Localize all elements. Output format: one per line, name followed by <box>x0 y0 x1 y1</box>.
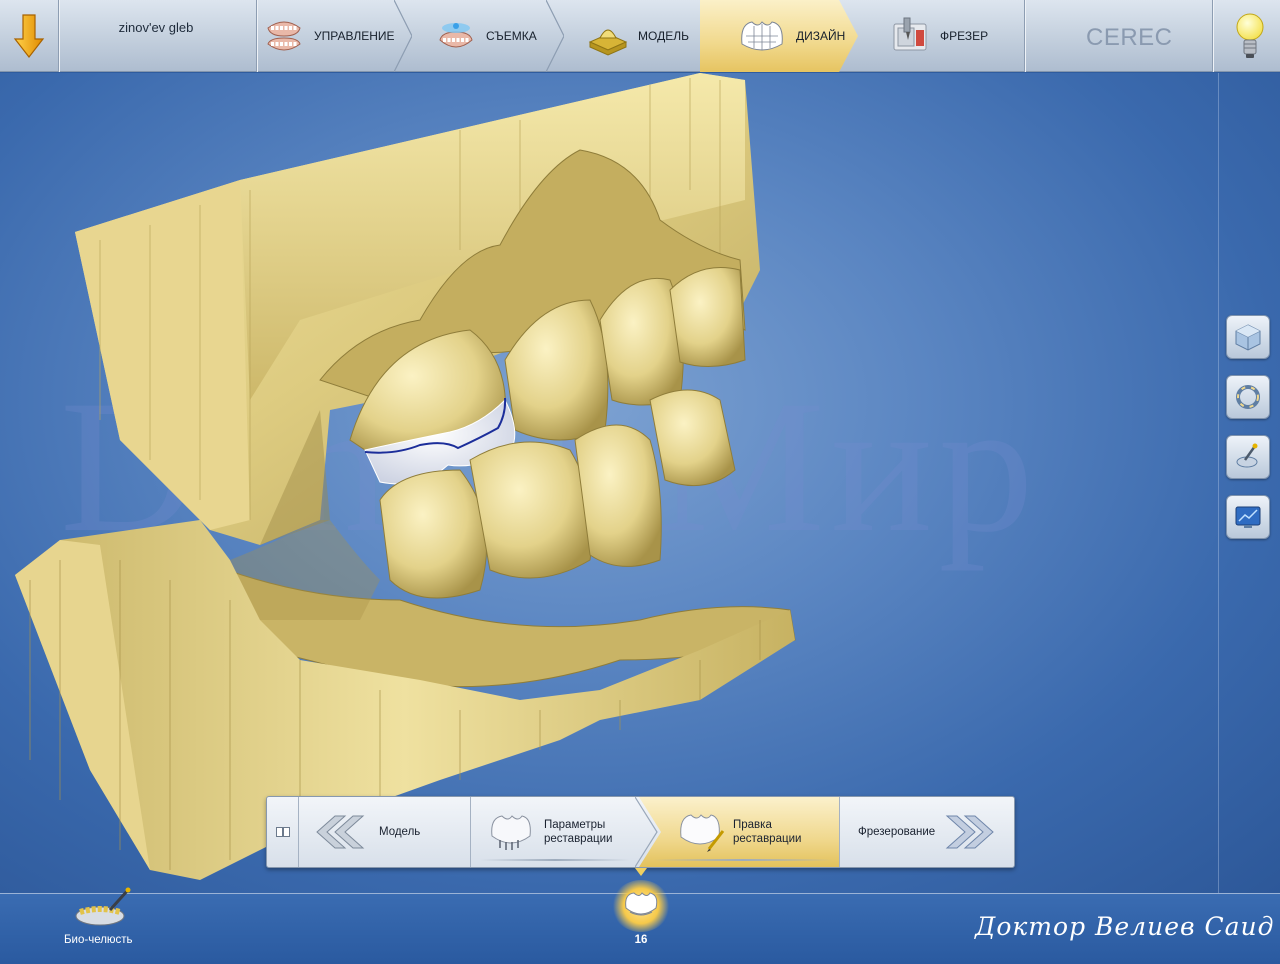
bio-jaw-icon <box>75 887 131 926</box>
workflow-prev-label: Модель <box>379 826 421 838</box>
workflow-step-line2: реставрации <box>544 833 613 845</box>
workflow-prev-model[interactable]: Модель <box>299 797 471 867</box>
patient-name: zinov'ev gleb <box>118 20 194 35</box>
tooth-number: 16 <box>634 934 648 946</box>
workflow-step-line1: Параметры <box>544 819 606 831</box>
screenshot-icon <box>1235 506 1261 528</box>
model-icon <box>588 29 628 56</box>
step-underline <box>480 859 630 861</box>
back-button[interactable] <box>0 0 58 72</box>
crown-design-icon <box>741 21 783 51</box>
tooth-pointer-icon <box>635 868 647 876</box>
double-chevron-left-icon <box>316 815 365 849</box>
down-arrow-icon <box>13 14 45 58</box>
bottom-bar: Био-челюсть 16 Доктор Велиев Саид <box>0 868 1280 964</box>
step-milling[interactable]: ФРЕЗЕР <box>888 0 1024 72</box>
dental-model-3d[interactable] <box>0 73 1280 893</box>
cube-view-icon <box>1235 324 1261 351</box>
scan-jaw-icon <box>439 23 473 48</box>
step-label: ФРЕЗЕР <box>940 29 989 43</box>
lightbulb-icon <box>1236 13 1264 58</box>
workflow-toggle[interactable] <box>267 797 299 867</box>
rotate-view-button[interactable] <box>1226 375 1270 419</box>
crown-edit-icon <box>680 814 725 852</box>
step-label: МОДЕЛЬ <box>638 29 689 43</box>
doctor-signature: Доктор Велиев Саид <box>975 912 1275 941</box>
step-label: СЪЕМКА <box>486 29 537 43</box>
step-management[interactable]: УПРАВЛЕНИЕ <box>262 0 398 72</box>
workflow-step-restoration-params[interactable]: Параметры реставрации <box>472 797 637 867</box>
step-label: ДИЗАЙН <box>796 29 846 43</box>
bio-jaw-button[interactable] <box>70 886 134 930</box>
rotate-ring-icon <box>1236 385 1260 409</box>
right-panel-edge <box>1218 73 1280 893</box>
tool-wand-icon <box>1236 443 1258 468</box>
tooth-selector[interactable] <box>612 880 670 932</box>
workflow-bar: Модель Параметры реставрации Правка рест… <box>266 796 1015 868</box>
step-underline <box>653 859 833 861</box>
workflow-next-milling[interactable]: Фрезерование <box>839 797 1015 867</box>
double-chevron-right-icon <box>945 815 994 849</box>
help-button[interactable] <box>1220 0 1280 72</box>
step-label: УПРАВЛЕНИЕ <box>314 29 395 43</box>
crown-params-icon <box>491 815 531 850</box>
cerec-brand: CEREC <box>1086 24 1173 51</box>
chevron-right-icon <box>546 0 564 72</box>
step-capture[interactable]: СЪЕМКА <box>434 0 550 72</box>
workflow-step-line2: реставрации <box>733 833 802 845</box>
screenshot-button[interactable] <box>1226 495 1270 539</box>
milling-icon <box>893 17 927 51</box>
workflow-step-restoration-edit[interactable]: Правка реставрации <box>639 797 839 867</box>
cube-view-button[interactable] <box>1226 315 1270 359</box>
model-viewport[interactable]: Dental Мир <box>0 73 1280 893</box>
jaw-icon <box>267 21 301 51</box>
step-model[interactable]: МОДЕЛЬ <box>586 0 704 72</box>
workflow-step-line1: Правка <box>733 819 772 831</box>
chevron-right-icon <box>394 0 412 72</box>
workflow-next-label: Фрезерование <box>858 826 936 838</box>
tool-button[interactable] <box>1226 435 1270 479</box>
tooth-icon <box>625 892 658 916</box>
toggle-panel-icon <box>275 827 290 837</box>
step-design[interactable]: ДИЗАЙН <box>700 0 858 72</box>
bio-jaw-label: Био-челюсть <box>64 934 133 946</box>
top-toolbar: zinov'ev gleb УПРАВЛЕНИЕ СЪЕМКА МОДЕЛЬ Д… <box>0 0 1280 72</box>
